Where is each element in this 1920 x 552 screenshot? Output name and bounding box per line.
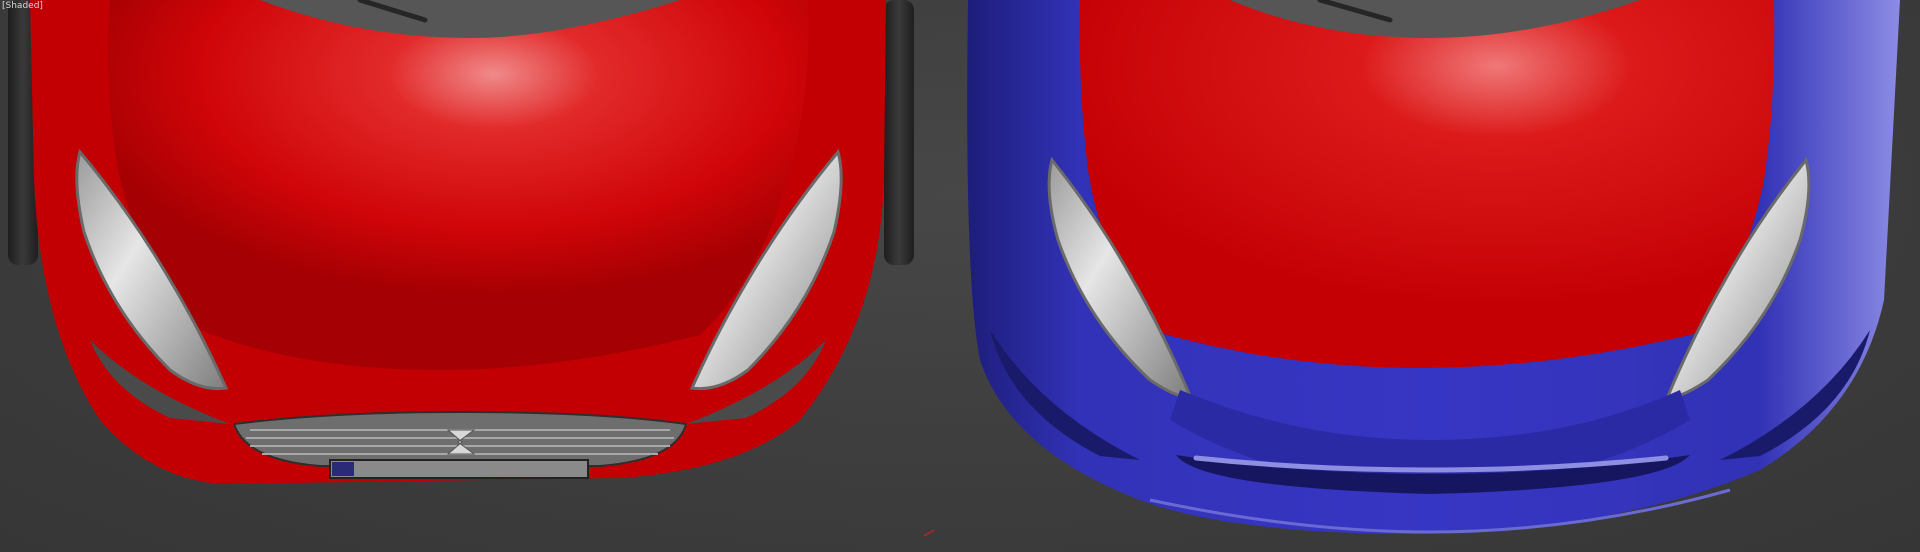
viewport-scene[interactable] bbox=[0, 0, 1920, 552]
left-car-model[interactable] bbox=[8, 0, 914, 484]
viewport-perspective[interactable]: [Shaded] bbox=[0, 0, 1920, 552]
right-car-hood bbox=[1079, 0, 1775, 368]
viewport-gizmo-mark bbox=[923, 529, 935, 537]
left-car-plate-badge bbox=[332, 462, 354, 476]
left-car-tire-right bbox=[884, 0, 914, 265]
left-car-hood bbox=[108, 0, 809, 370]
viewport-shading-label[interactable]: [Shaded] bbox=[2, 0, 43, 12]
right-car-model[interactable] bbox=[967, 0, 1900, 534]
left-car-license-plate bbox=[329, 459, 589, 479]
